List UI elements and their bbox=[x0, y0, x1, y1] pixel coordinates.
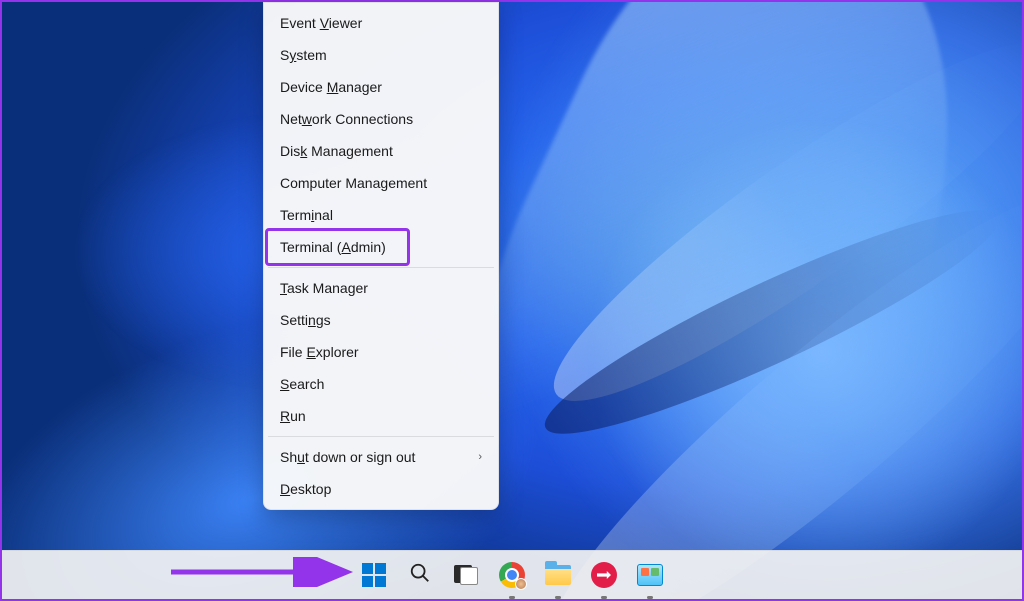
annotation-arrow-icon bbox=[167, 557, 357, 587]
control-panel-app[interactable] bbox=[630, 555, 670, 595]
menu-item-label: Run bbox=[280, 408, 306, 424]
menu-item-label: Search bbox=[280, 376, 324, 392]
menu-item-network-connections[interactable]: Network Connections bbox=[268, 103, 494, 135]
menu-item-settings[interactable]: Settings bbox=[268, 304, 494, 336]
menu-item-computer-management[interactable]: Computer Management bbox=[268, 167, 494, 199]
desktop-wallpaper bbox=[2, 2, 1022, 599]
menu-item-desktop[interactable]: Desktop bbox=[268, 473, 494, 505]
menu-item-disk-management[interactable]: Disk Management bbox=[268, 135, 494, 167]
running-indicator bbox=[601, 596, 607, 599]
menu-separator bbox=[268, 267, 494, 268]
menu-item-label: Desktop bbox=[280, 481, 331, 497]
menu-item-label: Device Manager bbox=[280, 79, 382, 95]
menu-item-event-viewer[interactable]: Event Viewer bbox=[268, 7, 494, 39]
menu-item-label: System bbox=[280, 47, 327, 63]
file-explorer-app[interactable] bbox=[538, 555, 578, 595]
menu-item-label: Disk Management bbox=[280, 143, 393, 159]
control-panel-icon bbox=[637, 564, 663, 586]
menu-item-label: File Explorer bbox=[280, 344, 359, 360]
menu-item-device-manager[interactable]: Device Manager bbox=[268, 71, 494, 103]
windows-logo-icon bbox=[362, 563, 386, 587]
menu-item-file-explorer[interactable]: File Explorer bbox=[268, 336, 494, 368]
search-icon bbox=[409, 562, 431, 589]
menu-item-label: Task Manager bbox=[280, 280, 368, 296]
task-view-button[interactable] bbox=[446, 555, 486, 595]
pinned-app-red[interactable] bbox=[584, 555, 624, 595]
red-arrow-icon bbox=[591, 562, 617, 588]
chrome-app[interactable] bbox=[492, 555, 532, 595]
menu-item-label: Event Viewer bbox=[280, 15, 362, 31]
menu-item-shut-down[interactable]: Shut down or sign out › bbox=[268, 441, 494, 473]
running-indicator bbox=[509, 596, 515, 599]
running-indicator bbox=[647, 596, 653, 599]
chrome-icon bbox=[499, 562, 525, 588]
menu-item-task-manager[interactable]: Task Manager bbox=[268, 272, 494, 304]
menu-item-label: Terminal bbox=[280, 207, 333, 223]
menu-item-label: Network Connections bbox=[280, 111, 413, 127]
folder-icon bbox=[545, 565, 571, 585]
menu-separator bbox=[268, 436, 494, 437]
start-button[interactable] bbox=[354, 555, 394, 595]
menu-item-run[interactable]: Run bbox=[268, 400, 494, 432]
chevron-right-icon: › bbox=[478, 451, 482, 463]
menu-item-search[interactable]: Search bbox=[268, 368, 494, 400]
menu-item-label: Settings bbox=[280, 312, 331, 328]
profile-badge-icon bbox=[515, 578, 527, 590]
menu-item-terminal-admin[interactable]: Terminal (Admin) bbox=[268, 231, 494, 263]
menu-item-terminal[interactable]: Terminal bbox=[268, 199, 494, 231]
running-indicator bbox=[555, 596, 561, 599]
taskbar bbox=[2, 550, 1022, 599]
menu-item-system[interactable]: System bbox=[268, 39, 494, 71]
search-button[interactable] bbox=[400, 555, 440, 595]
task-view-icon bbox=[454, 565, 478, 585]
winx-power-menu: Event Viewer System Device Manager Network … bbox=[263, 2, 499, 510]
menu-item-label: Computer Management bbox=[280, 175, 427, 191]
menu-item-label: Shut down or sign out bbox=[280, 449, 415, 465]
menu-item-label: Terminal (Admin) bbox=[280, 239, 386, 255]
